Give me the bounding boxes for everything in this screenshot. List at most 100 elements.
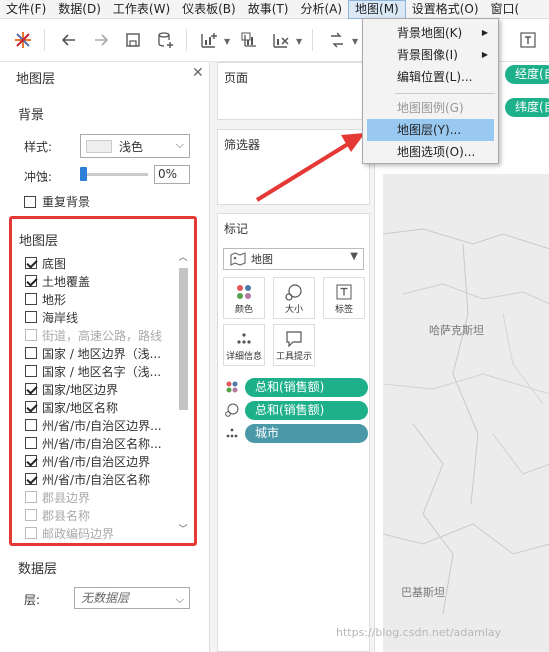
layer-checkbox[interactable] bbox=[25, 473, 37, 485]
duplicate-sheet-icon[interactable] bbox=[238, 29, 260, 51]
layer-checkbox[interactable] bbox=[25, 437, 37, 449]
detail-button[interactable]: 详细信息 bbox=[223, 324, 265, 366]
color-button-label: 颜色 bbox=[234, 304, 253, 315]
layer-checkbox[interactable] bbox=[25, 401, 37, 413]
style-select[interactable]: 浅色 ⌵ bbox=[80, 134, 190, 158]
map-layers-panel: 地图层 ✕ 背景 样式: 浅色 ⌵ 冲蚀: 0% 重复背景 地图层 底图 土地覆盖… bbox=[0, 62, 210, 652]
cards-panel: 页面 筛选器 标记 地图 ▼ 颜色 大小 标签 详细信息 工具提示 总和(销售额… bbox=[210, 62, 374, 652]
layer-item[interactable]: 地形 bbox=[25, 290, 175, 308]
country-label: 巴基斯坦 bbox=[401, 586, 445, 599]
layer-item[interactable]: 国家 / 地区边界（浅... bbox=[25, 344, 175, 362]
color-icon bbox=[226, 381, 238, 393]
layer-item[interactable]: 土地覆盖 bbox=[25, 272, 175, 290]
label-button[interactable]: 标签 bbox=[323, 277, 365, 319]
close-icon[interactable]: ✕ bbox=[192, 65, 204, 81]
layer-item: 郡县名称 bbox=[25, 506, 175, 524]
columns-pill[interactable]: 经度(自 bbox=[505, 65, 549, 84]
menu-format[interactable]: 设置格式(O) bbox=[406, 0, 485, 19]
layer-item[interactable]: 州/省/市/自治区边界... bbox=[25, 416, 175, 434]
detail-pill-row[interactable]: 城市 bbox=[222, 423, 368, 443]
layer-item[interactable]: 州/省/市/自治区名称 bbox=[25, 470, 175, 488]
color-field-pill[interactable]: 总和(销售额) bbox=[245, 377, 368, 397]
new-datasource-icon[interactable] bbox=[154, 29, 176, 51]
repeat-background-checkbox[interactable] bbox=[24, 195, 36, 208]
wash-slider-handle[interactable] bbox=[80, 167, 87, 181]
chevron-down-icon: ▼ bbox=[350, 251, 358, 262]
swap-axes-icon[interactable] bbox=[326, 29, 348, 51]
menu-worksheet[interactable]: 工作表(W) bbox=[107, 0, 176, 19]
scrollbar-thumb[interactable] bbox=[179, 268, 188, 410]
map-view[interactable]: 哈萨克斯坦 巴基斯坦 bbox=[383, 174, 549, 652]
layer-item[interactable]: 底图 bbox=[25, 254, 175, 272]
clear-sheet-icon[interactable] bbox=[270, 29, 292, 51]
save-icon[interactable] bbox=[122, 29, 144, 51]
size-pill-row[interactable]: 总和(销售额) bbox=[222, 400, 368, 420]
menu-analysis[interactable]: 分析(A) bbox=[294, 0, 348, 19]
layer-item[interactable]: 国家 / 地区名字（浅... bbox=[25, 362, 175, 380]
color-button[interactable]: 颜色 bbox=[223, 277, 265, 319]
layer-checkbox bbox=[25, 527, 37, 539]
size-field-pill[interactable]: 总和(销售额) bbox=[245, 400, 368, 420]
menu-item-background-maps[interactable]: 背景地图(K) ▶ bbox=[363, 22, 498, 44]
menu-dashboard[interactable]: 仪表板(B) bbox=[176, 0, 242, 19]
layer-label: 地形 bbox=[42, 292, 67, 307]
undo-icon[interactable] bbox=[58, 29, 80, 51]
layer-item[interactable]: 州/省/市/自治区名称... bbox=[25, 434, 175, 452]
new-worksheet-icon[interactable] bbox=[198, 29, 220, 51]
layer-checkbox[interactable] bbox=[25, 419, 37, 431]
layer-item[interactable]: 州/省/市/自治区边界 bbox=[25, 452, 175, 470]
layer-checkbox[interactable] bbox=[25, 275, 37, 287]
data-layer-select[interactable]: 无数据层 ⌵ bbox=[74, 587, 190, 609]
label-button-label: 标签 bbox=[334, 304, 353, 315]
menu-item-background-images[interactable]: 背景图像(I) ▶ bbox=[363, 44, 498, 66]
wash-value-input[interactable]: 0% bbox=[154, 165, 190, 184]
pages-card[interactable]: 页面 bbox=[217, 62, 370, 120]
layers-title: 地图层 bbox=[19, 234, 59, 249]
menu-data[interactable]: 数据(D) bbox=[52, 0, 107, 19]
detail-field-pill[interactable]: 城市 bbox=[245, 423, 368, 443]
menu-item-map-options[interactable]: 地图选项(O)... bbox=[363, 141, 498, 163]
background-section-title: 背景 bbox=[18, 108, 45, 123]
size-icon bbox=[285, 283, 302, 301]
layer-item[interactable]: 海岸线 bbox=[25, 308, 175, 326]
chevron-down-icon[interactable]: ▼ bbox=[352, 37, 358, 46]
layer-checkbox[interactable] bbox=[25, 293, 37, 305]
data-layer-section-title: 数据层 bbox=[18, 562, 58, 577]
tooltip-button[interactable]: 工具提示 bbox=[273, 324, 315, 366]
scroll-up-icon[interactable]: ︿ bbox=[177, 252, 189, 264]
chevron-down-icon[interactable]: ▼ bbox=[224, 37, 230, 46]
text-label-icon[interactable] bbox=[517, 29, 539, 51]
menu-story[interactable]: 故事(T) bbox=[242, 0, 295, 19]
rows-pill[interactable]: 纬度(自 bbox=[505, 98, 549, 117]
marks-type-select[interactable]: 地图 ▼ bbox=[223, 248, 364, 270]
repeat-background-label: 重复背景 bbox=[42, 195, 91, 209]
chevron-down-icon[interactable]: ▼ bbox=[296, 37, 302, 46]
menu-item-map-layers[interactable]: 地图层(Y)... bbox=[367, 119, 494, 141]
size-button[interactable]: 大小 bbox=[273, 277, 315, 319]
layer-checkbox[interactable] bbox=[25, 311, 37, 323]
chevron-down-icon: ⌵ bbox=[175, 593, 184, 606]
repeat-background-option[interactable]: 重复背景 bbox=[24, 193, 90, 210]
layer-item[interactable]: 国家/地区边界 bbox=[25, 380, 175, 398]
layer-checkbox[interactable] bbox=[25, 347, 37, 359]
layer-checkbox[interactable] bbox=[25, 257, 37, 269]
filters-card[interactable]: 筛选器 bbox=[217, 129, 370, 205]
layer-label: 州/省/市/自治区名称 bbox=[42, 472, 151, 487]
layer-checkbox[interactable] bbox=[25, 365, 37, 377]
redo-icon[interactable] bbox=[90, 29, 112, 51]
tableau-logo-icon[interactable] bbox=[12, 29, 34, 51]
color-pill-row[interactable]: 总和(销售额) bbox=[222, 377, 368, 397]
menu-item-edit-locations[interactable]: 编辑位置(L)... bbox=[363, 66, 498, 88]
layers-scrollbar[interactable]: ︿ ﹀ bbox=[177, 252, 189, 538]
menu-map[interactable]: 地图(M) bbox=[348, 0, 406, 19]
scroll-down-icon[interactable]: ﹀ bbox=[177, 524, 189, 536]
menu-item-map-legend: 地图图例(G) bbox=[397, 101, 464, 115]
style-value: 浅色 bbox=[119, 139, 144, 154]
layer-item[interactable]: 国家/地区名称 bbox=[25, 398, 175, 416]
menu-window[interactable]: 窗口( bbox=[485, 0, 526, 19]
layer-checkbox[interactable] bbox=[25, 455, 37, 467]
layer-label: 郡县名称 bbox=[42, 508, 91, 523]
menu-file[interactable]: 文件(F) bbox=[0, 0, 52, 19]
layer-checkbox[interactable] bbox=[25, 383, 37, 395]
wash-slider-track[interactable] bbox=[80, 173, 148, 176]
